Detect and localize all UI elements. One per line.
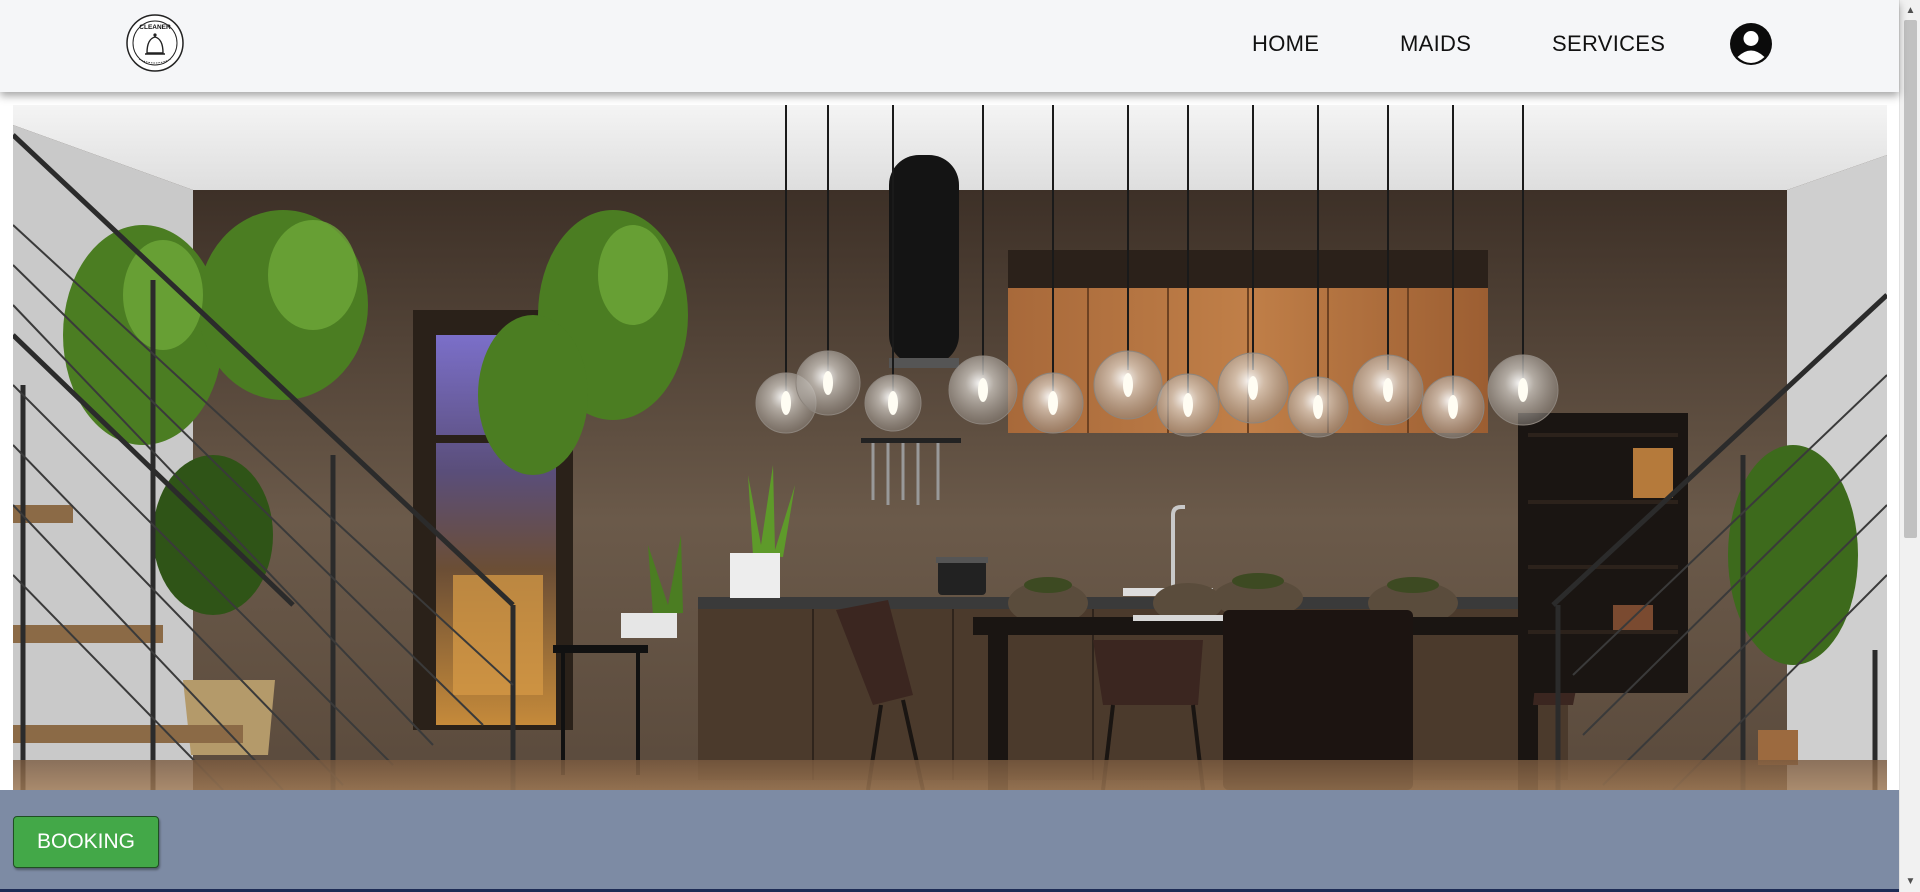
nav-maids[interactable]: MAIDS	[1400, 31, 1471, 57]
page-scrollbar[interactable]: ▲ ▼	[1899, 0, 1920, 892]
booking-button[interactable]: BOOKING	[13, 816, 159, 868]
logo-text: CLEANER	[139, 24, 171, 31]
scroll-thumb[interactable]	[1904, 20, 1917, 538]
site-header: CLEANER HOME MAIDS SERVICES	[0, 0, 1899, 92]
user-account-icon[interactable]	[1729, 22, 1773, 66]
booking-bar: BOOKING	[0, 790, 1899, 892]
scroll-down-arrow-icon[interactable]: ▼	[1900, 873, 1920, 890]
nav-services[interactable]: SERVICES	[1552, 31, 1665, 57]
cleaner-logo-icon[interactable]: CLEANER	[125, 13, 185, 73]
scroll-up-arrow-icon[interactable]: ▲	[1900, 2, 1920, 19]
nav-home[interactable]: HOME	[1252, 31, 1319, 57]
hero-kitchen-image	[13, 105, 1887, 790]
